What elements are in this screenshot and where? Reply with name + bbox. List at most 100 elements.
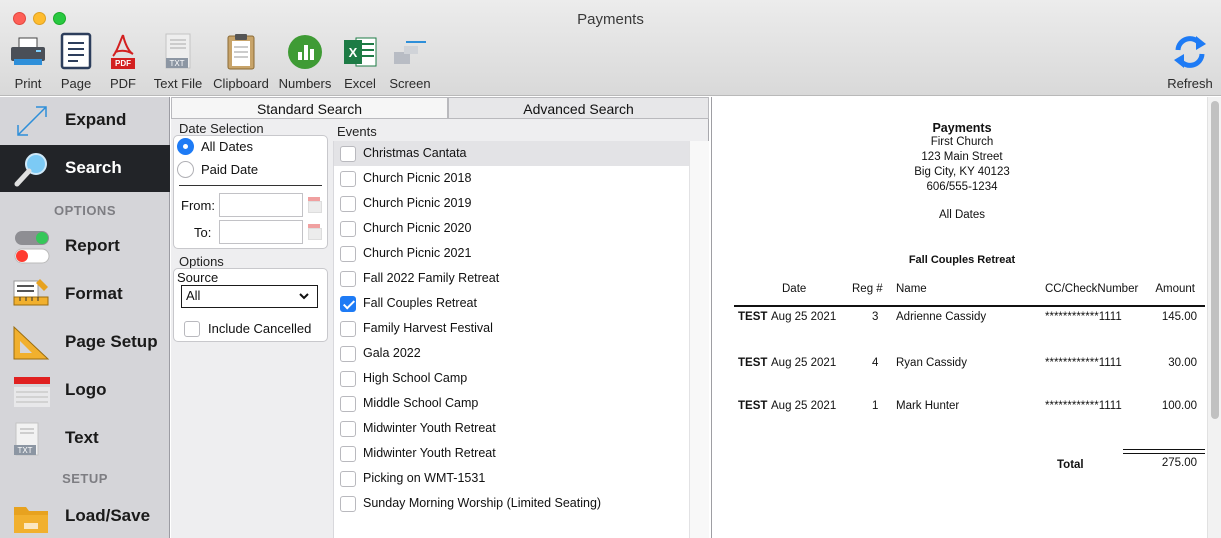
- event-checkbox[interactable]: [340, 196, 356, 212]
- sidebar-label-format: Format: [65, 284, 123, 303]
- clipboard-label: Clipboard: [213, 76, 269, 91]
- event-row[interactable]: Christmas Cantata: [334, 141, 690, 166]
- event-checkbox[interactable]: [340, 496, 356, 512]
- event-label: Fall 2022 Family Retreat: [363, 271, 500, 285]
- from-calendar-icon[interactable]: [308, 197, 322, 213]
- event-label: Sunday Morning Worship (Limited Seating): [363, 496, 602, 510]
- sidebar-item-page-setup[interactable]: Page Setup: [0, 319, 170, 366]
- row-reg: 1: [872, 400, 879, 412]
- event-row[interactable]: Church Picnic 2020: [334, 216, 690, 241]
- refresh-icon: [1172, 32, 1208, 70]
- event-checkbox[interactable]: [340, 146, 356, 162]
- col-amount-header: Amount: [1155, 283, 1195, 295]
- event-row[interactable]: Sunday Morning Worship (Limited Seating): [334, 491, 690, 516]
- event-row[interactable]: High School Camp: [334, 366, 690, 391]
- report-preview: Payments First Church 123 Main Street Bi…: [711, 97, 1221, 538]
- report-scrollbar[interactable]: [1207, 97, 1221, 538]
- text-txt-badge: TXT: [17, 446, 33, 455]
- total-label: Total: [1057, 459, 1084, 471]
- event-row[interactable]: Gala 2022: [334, 341, 690, 366]
- to-calendar-icon[interactable]: [308, 224, 322, 240]
- sidebar-label-page-setup: Page Setup: [65, 332, 158, 351]
- row-reg: 4: [872, 357, 879, 369]
- triangle-ruler-icon: [12, 325, 52, 361]
- paid-date-radio[interactable]: [177, 161, 194, 178]
- report-date-filter: All Dates: [938, 209, 986, 221]
- row-amount: 145.00: [1161, 311, 1197, 323]
- row-name: Mark Hunter: [896, 400, 960, 412]
- source-select[interactable]: All: [181, 285, 318, 308]
- event-checkbox[interactable]: [340, 246, 356, 262]
- from-date-field[interactable]: [219, 193, 303, 217]
- all-dates-radio[interactable]: [177, 138, 194, 155]
- paid-date-label: Paid Date: [201, 162, 259, 177]
- sidebar-item-load-save[interactable]: Load/Save: [0, 493, 170, 538]
- event-checkbox[interactable]: [340, 421, 356, 437]
- screen-button[interactable]: Screen: [389, 32, 431, 92]
- from-label: From:: [181, 198, 215, 213]
- event-row[interactable]: Church Picnic 2018: [334, 166, 690, 191]
- event-checkbox[interactable]: [340, 296, 356, 312]
- event-row[interactable]: Church Picnic 2021: [334, 241, 690, 266]
- col-name-header: Name: [896, 283, 927, 295]
- page-icon: [58, 32, 94, 70]
- row-date: Aug 25 2021: [771, 311, 837, 323]
- numbers-button[interactable]: Numbers: [279, 32, 331, 92]
- clipboard-button[interactable]: Clipboard: [213, 32, 269, 92]
- event-row[interactable]: Fall Couples Retreat: [334, 291, 690, 316]
- sidebar-label-text: Text: [65, 428, 99, 447]
- pdf-button[interactable]: PDF PDF: [105, 32, 141, 92]
- event-checkbox[interactable]: [340, 271, 356, 287]
- excel-button[interactable]: X Excel: [342, 32, 378, 92]
- source-label: Source: [177, 270, 219, 285]
- event-checkbox[interactable]: [340, 471, 356, 487]
- row-tag: TEST: [738, 400, 768, 412]
- events-list: Christmas Cantata Church Picnic 2018 Churc…: [333, 141, 690, 538]
- event-row[interactable]: Midwinter Youth Retreat: [334, 441, 690, 466]
- event-checkbox[interactable]: [340, 446, 356, 462]
- title-toolbar-area: Payments Print Page PDF PDF TXT Text Fil…: [0, 0, 1221, 96]
- text-file-button[interactable]: TXT Text File: [154, 32, 202, 92]
- row-cc: ************1111: [1045, 311, 1122, 323]
- event-checkbox[interactable]: [340, 371, 356, 387]
- sidebar-item-search[interactable]: Search: [0, 145, 170, 192]
- tab-advanced-search[interactable]: Advanced Search: [448, 97, 709, 119]
- sidebar-item-expand[interactable]: Expand: [0, 97, 170, 144]
- event-label: Middle School Camp: [363, 396, 479, 410]
- sidebar-label-expand: Expand: [65, 110, 127, 129]
- report-scroll-thumb[interactable]: [1211, 101, 1219, 419]
- text-file-icon: TXT: [160, 32, 196, 70]
- sidebar-item-report[interactable]: Report: [0, 223, 170, 270]
- txt-document-icon: TXT: [12, 421, 52, 457]
- event-checkbox[interactable]: [340, 396, 356, 412]
- sidebar-item-text[interactable]: TXT Text: [0, 415, 170, 462]
- event-row[interactable]: Church Picnic 2019: [334, 191, 690, 216]
- include-cancelled-checkbox[interactable]: [184, 321, 200, 337]
- events-scrollbar[interactable]: [689, 141, 709, 538]
- event-checkbox[interactable]: [340, 346, 356, 362]
- event-checkbox[interactable]: [340, 221, 356, 237]
- event-checkbox[interactable]: [340, 321, 356, 337]
- page-button[interactable]: Page: [58, 32, 94, 92]
- event-label: Picking on WMT-1531: [363, 471, 486, 485]
- sidebar-item-logo[interactable]: Logo: [0, 367, 170, 414]
- to-date-field[interactable]: [219, 220, 303, 244]
- event-row[interactable]: Picking on WMT-1531: [334, 466, 690, 491]
- row-amount: 30.00: [1168, 357, 1197, 369]
- event-row[interactable]: Midwinter Youth Retreat: [334, 416, 690, 441]
- row-cc: ************1111: [1045, 357, 1122, 369]
- sidebar-item-format[interactable]: Format: [0, 271, 170, 318]
- payments-window: Payments Print Page PDF PDF TXT Text Fil…: [0, 0, 1221, 538]
- tab-standard-search[interactable]: Standard Search: [171, 97, 448, 119]
- event-row[interactable]: Fall 2022 Family Retreat: [334, 266, 690, 291]
- pdf-label: PDF: [110, 76, 136, 91]
- refresh-button[interactable]: Refresh: [1167, 32, 1213, 92]
- row-name: Ryan Cassidy: [896, 357, 967, 369]
- event-row[interactable]: Family Harvest Festival: [334, 316, 690, 341]
- event-row[interactable]: Middle School Camp: [334, 391, 690, 416]
- event-label: Fall Couples Retreat: [363, 296, 477, 310]
- print-button[interactable]: Print: [10, 32, 46, 92]
- event-checkbox[interactable]: [340, 171, 356, 187]
- report-org-line: First Church: [930, 136, 994, 148]
- row-date: Aug 25 2021: [771, 357, 837, 369]
